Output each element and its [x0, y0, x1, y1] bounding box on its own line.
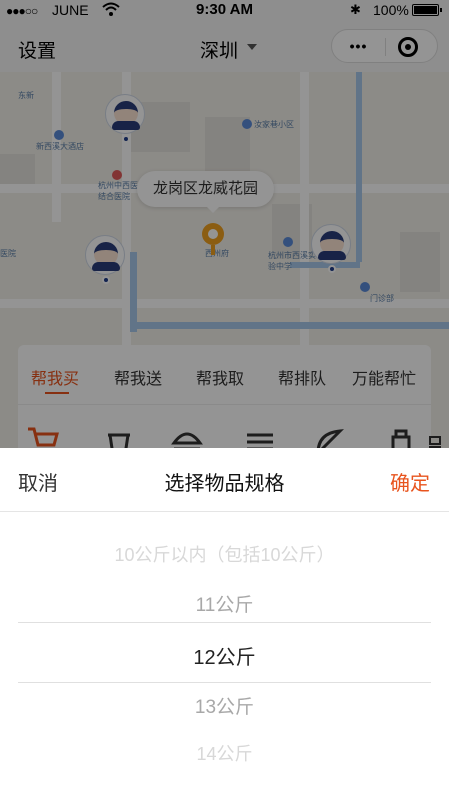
picker-header: 取消 选择物品规格 确定 — [0, 448, 449, 512]
picker-option-selected[interactable]: 12公斤 — [0, 641, 449, 670]
spec-picker-sheet: 取消 选择物品规格 确定 10公斤以内（包括10公斤） 11公斤 12公斤 13… — [0, 448, 449, 800]
confirm-button[interactable]: 确定 — [390, 467, 430, 496]
picker-selection-bottom-line — [18, 682, 431, 683]
picker-option[interactable]: 10公斤以内（包括10公斤） — [0, 541, 449, 567]
picker-option[interactable]: 13公斤 — [0, 692, 449, 719]
picker-title: 选择物品规格 — [164, 473, 285, 495]
picker-option[interactable]: 14公斤 — [0, 740, 449, 766]
spec-picker-wheel[interactable]: 10公斤以内（包括10公斤） 11公斤 12公斤 13公斤 14公斤 — [0, 512, 449, 800]
picker-option[interactable]: 11公斤 — [0, 590, 449, 617]
picker-selection-top-line — [18, 622, 431, 623]
